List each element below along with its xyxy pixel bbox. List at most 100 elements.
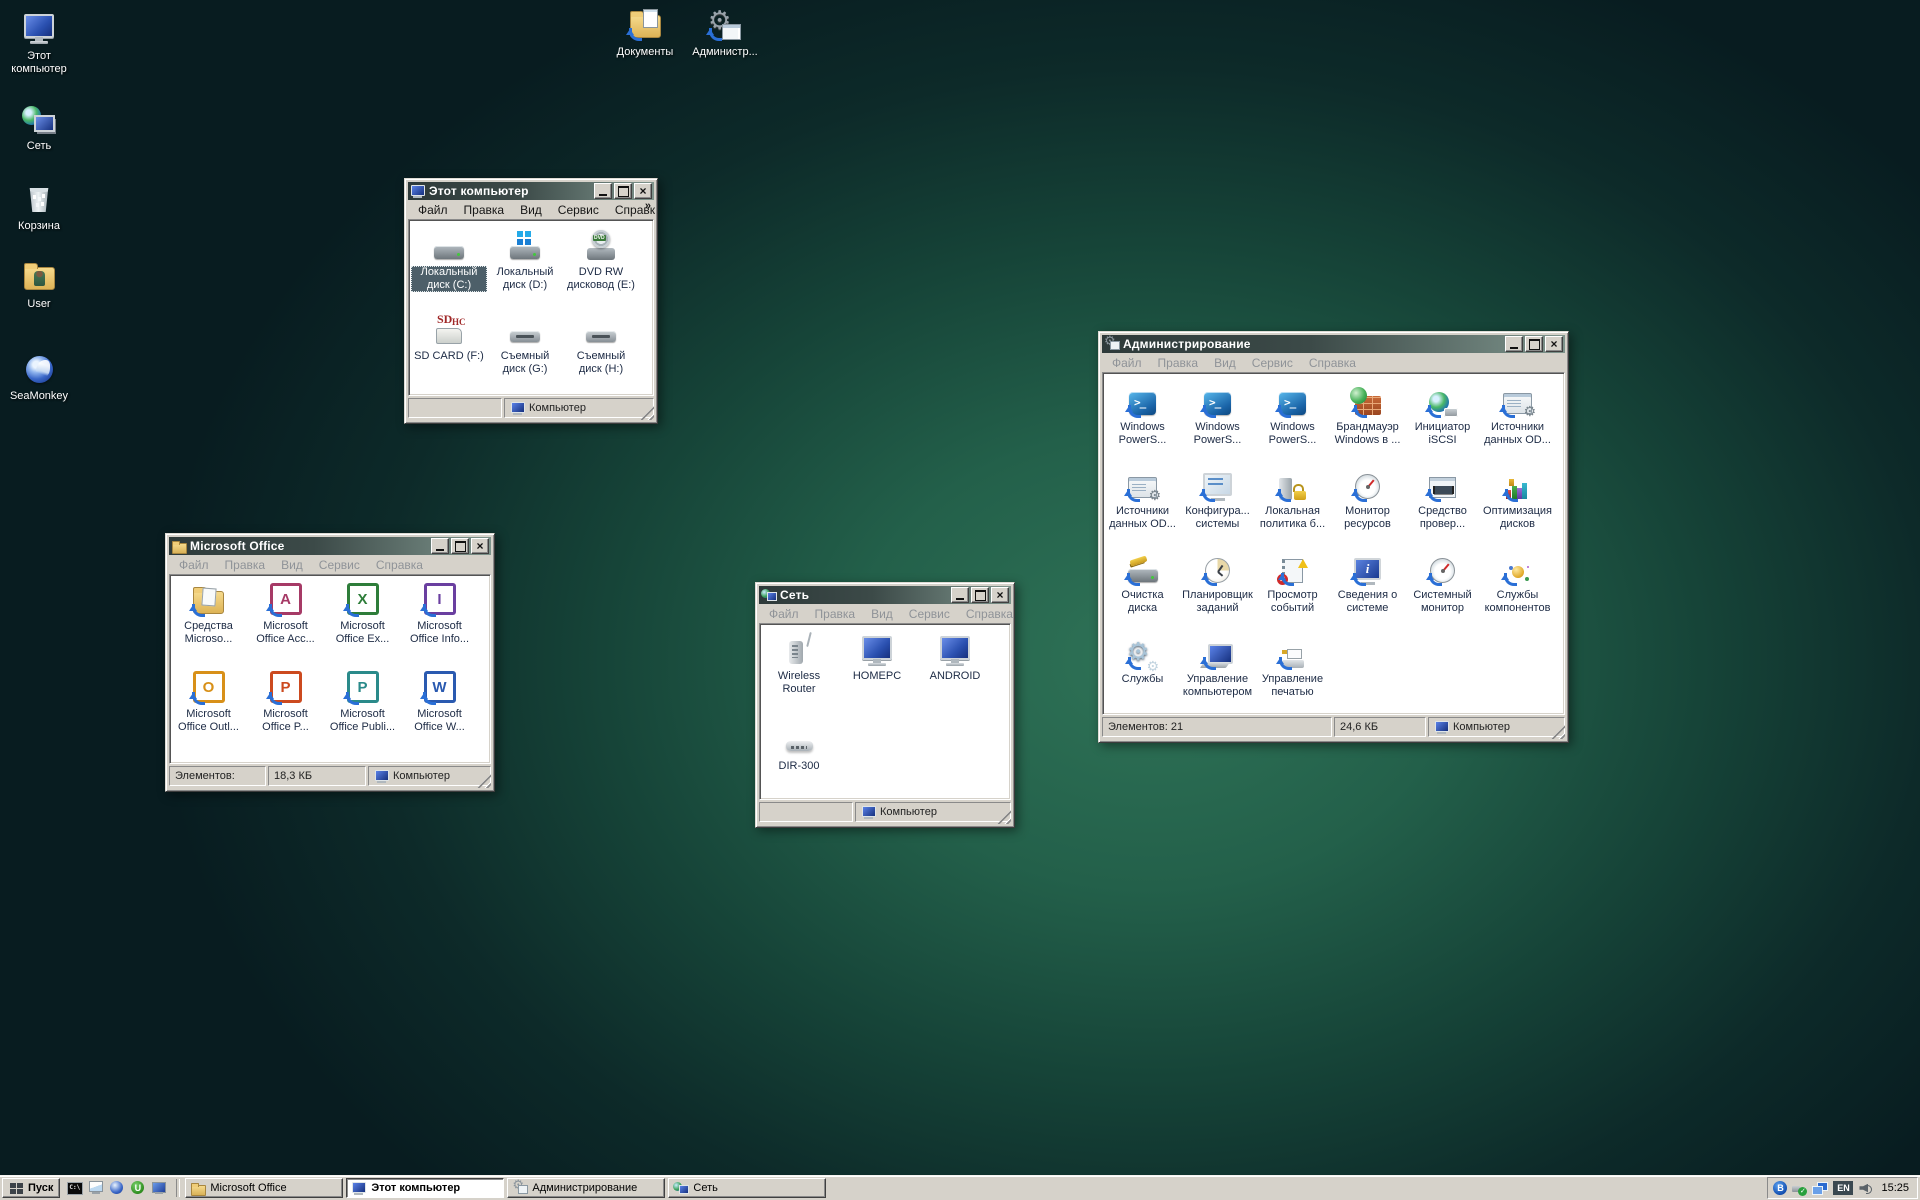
file-item[interactable]: Оптимизация дисков <box>1480 465 1555 549</box>
file-item[interactable]: Локальный диск (D:) <box>487 226 563 310</box>
file-item[interactable]: Источники данных OD... <box>1105 465 1180 549</box>
file-item[interactable]: Управление печатью <box>1255 633 1330 715</box>
menu-item[interactable]: Вид <box>863 606 901 622</box>
desktop-icon[interactable]: Сеть <box>2 98 76 153</box>
menu-item[interactable]: Файл <box>410 202 456 218</box>
file-item[interactable]: Локальная политика б... <box>1255 465 1330 549</box>
file-item[interactable]: Сведения о системе <box>1330 549 1405 633</box>
desktop-icon[interactable]: Этот компьютер <box>2 8 76 76</box>
file-item[interactable]: Microsoft Office W... <box>401 668 478 756</box>
file-item[interactable]: Инициатор iSCSI <box>1405 381 1480 465</box>
menu-item[interactable]: Вид <box>512 202 550 218</box>
file-item[interactable]: Microsoft Office Acc... <box>247 580 324 668</box>
menu-item[interactable]: Сервис <box>550 202 607 218</box>
titlebar[interactable]: Сеть × <box>759 586 1011 604</box>
menu-item[interactable]: Сервис <box>1244 355 1301 371</box>
maximize-button[interactable] <box>1525 336 1543 352</box>
desktop-icon[interactable]: Документы <box>608 4 682 59</box>
menu-item[interactable]: Правка <box>217 557 274 573</box>
file-item[interactable]: Windows PowerS... <box>1180 381 1255 465</box>
file-item[interactable]: Windows PowerS... <box>1105 381 1180 465</box>
file-item[interactable]: Конфигура... системы <box>1180 465 1255 549</box>
display-icon[interactable] <box>88 1180 104 1196</box>
close-button[interactable]: × <box>1545 336 1563 352</box>
file-item[interactable]: Управление компьютером <box>1180 633 1255 715</box>
menu-overflow-chevron[interactable]: » <box>645 200 651 212</box>
language-indicator[interactable]: EN <box>1833 1181 1853 1195</box>
file-item[interactable]: Microsoft Office Outl... <box>170 668 247 756</box>
task-button[interactable]: Microsoft Office <box>185 1178 343 1198</box>
titlebar[interactable]: Этот компьютер × <box>408 182 654 200</box>
maximize-button[interactable] <box>451 538 469 554</box>
show-desktop-icon[interactable] <box>151 1180 167 1196</box>
desktop-icon[interactable]: User <box>2 256 76 311</box>
minimize-button[interactable] <box>1505 336 1523 352</box>
file-item[interactable]: Microsoft Office Info... <box>401 580 478 668</box>
menu-item[interactable]: Сервис <box>901 606 958 622</box>
menu-item[interactable]: Файл <box>1104 355 1150 371</box>
cmd-icon[interactable] <box>67 1180 83 1196</box>
file-item[interactable]: Средства Microso... <box>170 580 247 668</box>
services-icon <box>1129 645 1156 669</box>
file-item[interactable]: Локальный диск (C:) <box>411 226 487 310</box>
file-item[interactable]: Съемный диск (G:) <box>487 310 563 394</box>
menu-item[interactable]: Справка <box>958 606 1021 622</box>
menu-item[interactable]: Справк <box>607 202 663 218</box>
file-item[interactable]: Монитор ресурсов <box>1330 465 1405 549</box>
file-item[interactable]: Съемный диск (H:) <box>563 310 639 394</box>
usb-icon[interactable] <box>1792 1182 1807 1195</box>
file-item[interactable]: Microsoft Office Ex... <box>324 580 401 668</box>
maximize-button[interactable] <box>614 183 632 199</box>
file-item[interactable]: DVD RW дисковод (E:) <box>563 226 639 310</box>
menu-item[interactable]: Файл <box>171 557 217 573</box>
close-button[interactable]: × <box>634 183 652 199</box>
bluetooth-icon[interactable] <box>1773 1181 1787 1195</box>
menu-item[interactable]: Правка <box>456 202 513 218</box>
maximize-button[interactable] <box>971 587 989 603</box>
desktop-icon[interactable]: Корзина <box>2 178 76 233</box>
menu-item[interactable]: Справка <box>368 557 431 573</box>
file-item[interactable]: Очистка диска <box>1105 549 1180 633</box>
file-item[interactable]: Microsoft Office Publi... <box>324 668 401 756</box>
network-icon[interactable] <box>1812 1182 1828 1195</box>
volume-icon[interactable] <box>1858 1182 1872 1195</box>
desktop-icon[interactable]: SeaMonkey <box>2 348 76 403</box>
file-item[interactable]: Службы компонентов <box>1480 549 1555 633</box>
minimize-button[interactable] <box>431 538 449 554</box>
file-item[interactable]: Просмотр событий <box>1255 549 1330 633</box>
file-item[interactable]: DIR-300 <box>760 720 838 800</box>
titlebar[interactable]: Администрирование × <box>1102 335 1565 353</box>
file-item[interactable]: Wireless Router <box>760 630 838 720</box>
menu-item[interactable]: Файл <box>761 606 807 622</box>
file-item[interactable]: Брандмауэр Windows в ... <box>1330 381 1405 465</box>
menu-item[interactable]: Сервис <box>311 557 368 573</box>
file-item[interactable]: HOMEPC <box>838 630 916 720</box>
file-item[interactable]: Средство провер... <box>1405 465 1480 549</box>
menu-item[interactable]: Правка <box>1150 355 1207 371</box>
file-item[interactable]: Планировщик заданий <box>1180 549 1255 633</box>
close-button[interactable]: × <box>471 538 489 554</box>
minimize-button[interactable] <box>951 587 969 603</box>
menu-item[interactable]: Справка <box>1301 355 1364 371</box>
desktop-icon[interactable]: Администр... <box>688 4 762 59</box>
file-item[interactable]: Источники данных OD... <box>1480 381 1555 465</box>
menu-item[interactable]: Вид <box>1206 355 1244 371</box>
minimize-button[interactable] <box>594 183 612 199</box>
titlebar[interactable]: Microsoft Office × <box>169 537 491 555</box>
file-item[interactable]: Системный монитор <box>1405 549 1480 633</box>
seamonkey-icon[interactable] <box>109 1180 125 1196</box>
menu-item[interactable]: Правка <box>807 606 864 622</box>
file-item[interactable]: Microsoft Office P... <box>247 668 324 756</box>
file-item[interactable]: ANDROID <box>916 630 994 720</box>
task-button[interactable]: Этот компьютер <box>346 1178 504 1198</box>
file-item[interactable]: Службы <box>1105 633 1180 715</box>
close-button[interactable]: × <box>991 587 1009 603</box>
file-item[interactable]: Windows PowerS... <box>1255 381 1330 465</box>
menu-item[interactable]: Вид <box>273 557 311 573</box>
task-button[interactable]: Сеть <box>668 1178 826 1198</box>
task-button[interactable]: Администрирование <box>507 1178 665 1198</box>
file-item[interactable]: SD CARD (F:) <box>411 310 487 394</box>
utorrent-icon[interactable] <box>130 1180 146 1196</box>
start-button[interactable]: Пуск <box>2 1178 60 1198</box>
powershell-icon <box>1279 392 1306 415</box>
